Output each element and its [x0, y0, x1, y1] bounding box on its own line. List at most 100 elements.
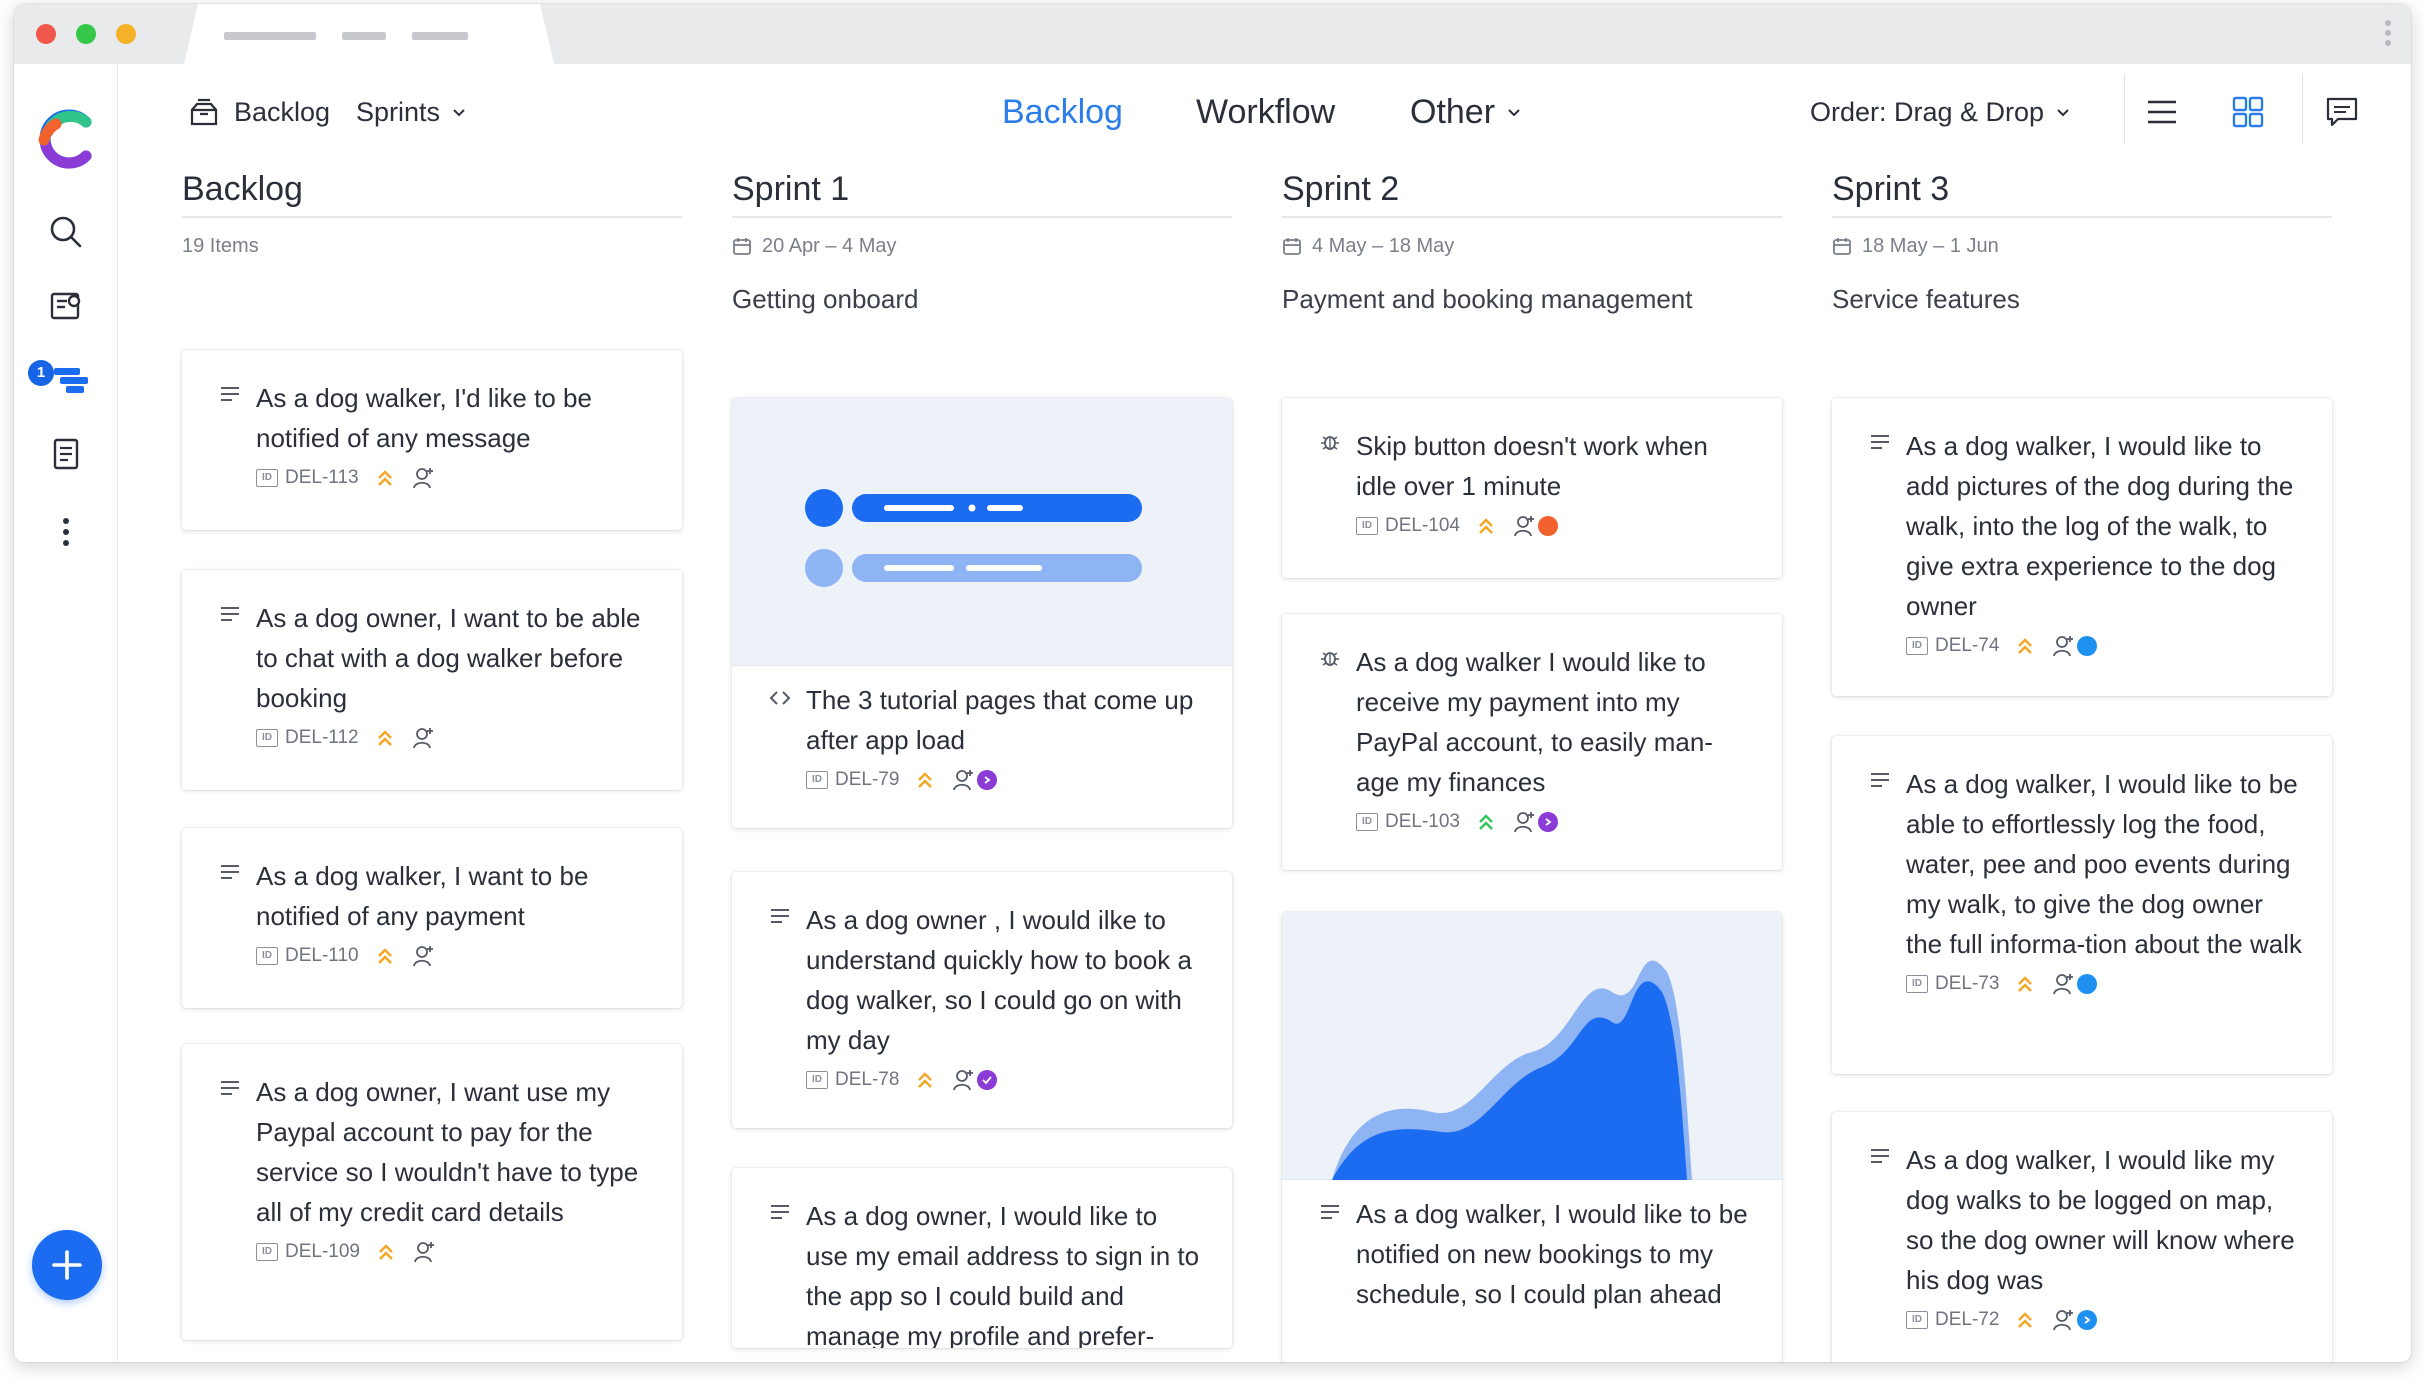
- assignee-icon[interactable]: [2051, 1308, 2075, 1332]
- card-illustration: [1282, 912, 1782, 1180]
- issue-key: DEL-104: [1385, 515, 1460, 536]
- story-card[interactable]: As a dog owner, I want use my Paypal acc…: [182, 1044, 682, 1340]
- calendar-icon: [1283, 238, 1301, 255]
- priority-high-icon: [2018, 976, 2033, 992]
- column-sprint-2: Sprint 2 4 May – 18 May Payment and book…: [1282, 160, 1782, 1362]
- tab-other-label: Other: [1410, 92, 1496, 131]
- assignee-icon[interactable]: [411, 944, 435, 968]
- assignee-icon[interactable]: [411, 726, 435, 750]
- card-title: The 3 tutorial pages that come up after …: [806, 685, 1194, 755]
- column-sprint-1: Sprint 1 20 Apr – 4 May Getting onboard: [732, 160, 1232, 1348]
- sprint-date-range: 4 May – 18 May: [1312, 234, 1455, 257]
- calendar-icon: [1833, 238, 1851, 255]
- id-icon: ID: [1356, 813, 1378, 831]
- story-icon: [1871, 773, 1889, 787]
- issue-key: DEL-113: [285, 467, 359, 488]
- assignee-icon[interactable]: [411, 466, 435, 490]
- plus-icon: [52, 1250, 82, 1280]
- issue-key: DEL-72: [1935, 1309, 2000, 1330]
- priority-high-icon: [2018, 638, 2033, 654]
- status-in-progress-icon: [2077, 1310, 2098, 1330]
- sprint-goal: Service features: [1832, 284, 2020, 314]
- story-card[interactable]: As a dog owner, I would like to use my e…: [732, 1168, 1232, 1348]
- story-icon: [221, 607, 239, 621]
- minimize-window-button[interactable]: [116, 24, 136, 44]
- assignee-icon[interactable]: [951, 1068, 975, 1092]
- id-icon: ID: [1356, 517, 1378, 535]
- status-todo-icon: [1538, 516, 1558, 536]
- add-button[interactable]: [32, 1230, 102, 1300]
- card-title: Skip button doesn't work when idle over …: [1356, 431, 1708, 501]
- story-icon: [1321, 1205, 1339, 1219]
- tab-placeholder-bar: [412, 32, 468, 40]
- assignee-icon[interactable]: [951, 768, 975, 792]
- tab-workflow[interactable]: Workflow: [1196, 64, 1335, 160]
- card-title: As a dog walker, I'd like to be notified…: [256, 383, 592, 453]
- story-card[interactable]: As a dog owner, I want to be able to cha…: [182, 570, 682, 790]
- story-card[interactable]: As a dog walker, I would like to be noti…: [1282, 912, 1782, 1362]
- top-bar: Backlog Sprints Backlog Workflow Other O…: [118, 64, 2411, 160]
- card-meta: ID DEL-72: [1906, 1304, 2302, 1336]
- story-card[interactable]: The 3 tutorial pages that come up after …: [732, 398, 1232, 828]
- card-meta: ID DEL-109: [256, 1236, 652, 1268]
- story-card[interactable]: As a dog walker, I would like to be able…: [1832, 736, 2332, 1074]
- board-view-button[interactable]: [2230, 64, 2266, 160]
- breadcrumb-backlog[interactable]: Backlog: [188, 64, 330, 160]
- card-meta: ID DEL-110: [256, 940, 652, 972]
- assignee-icon[interactable]: [2051, 634, 2075, 658]
- inbox-icon[interactable]: [48, 288, 84, 324]
- tab-placeholder-bar: [342, 32, 386, 40]
- sprints-dropdown[interactable]: Sprints: [356, 64, 468, 160]
- sprint-date-range: 18 May – 1 Jun: [1862, 234, 1999, 257]
- card-title: As a dog owner , I would ilke to underst…: [806, 905, 1192, 1055]
- tab-backlog[interactable]: Backlog: [1002, 64, 1123, 160]
- sprint-goal: Payment and booking management: [1282, 284, 1693, 314]
- more-vertical-icon[interactable]: [48, 514, 84, 550]
- story-card[interactable]: As a dog walker, I'd like to be notified…: [182, 350, 682, 530]
- assignee-icon[interactable]: [412, 1240, 436, 1264]
- tab-other[interactable]: Other: [1410, 64, 1523, 160]
- story-card[interactable]: As a dog walker, I would like to add pic…: [1832, 398, 2332, 696]
- assignee-icon[interactable]: [1512, 514, 1536, 538]
- story-card[interactable]: As a dog walker, I want to be notified o…: [182, 828, 682, 1008]
- list-view-button[interactable]: [2144, 64, 2180, 160]
- sprint-dates: 4 May – 18 May: [1282, 232, 1782, 260]
- search-icon[interactable]: [48, 214, 84, 250]
- column-title: Sprint 3: [1832, 160, 2332, 218]
- story-icon: [1871, 435, 1889, 449]
- app-logo-icon[interactable]: [36, 108, 98, 170]
- document-icon[interactable]: [48, 436, 84, 472]
- close-window-button[interactable]: [36, 24, 56, 44]
- issue-key: DEL-112: [285, 727, 359, 748]
- assignee-icon[interactable]: [1512, 810, 1536, 834]
- assignee-icon[interactable]: [2051, 972, 2075, 996]
- chevron-down-icon: [2057, 109, 2069, 117]
- card-title: As a dog walker I would like to receive …: [1356, 647, 1713, 797]
- comments-button[interactable]: [2324, 64, 2360, 160]
- story-icon: [221, 865, 239, 879]
- window-menu-icon[interactable]: [2385, 20, 2391, 50]
- id-icon: ID: [806, 1071, 828, 1089]
- issue-key: DEL-110: [285, 945, 359, 966]
- bug-card[interactable]: Skip button doesn't work when idle over …: [1282, 398, 1782, 578]
- id-icon: ID: [256, 729, 278, 747]
- onboarding-illustration: [805, 489, 1142, 587]
- order-dropdown[interactable]: Order: Drag & Drop: [1810, 64, 2072, 160]
- bug-card[interactable]: As a dog walker I would like to receive …: [1282, 614, 1782, 870]
- backlog-icon[interactable]: [48, 362, 92, 398]
- card-meta: ID DEL-103: [1356, 806, 1752, 838]
- sprints-label: Sprints: [356, 96, 441, 127]
- status-done-icon: [977, 1070, 998, 1090]
- column-item-count: 19 Items: [182, 234, 259, 257]
- maximize-window-button[interactable]: [76, 24, 96, 44]
- issue-key: DEL-103: [1385, 811, 1460, 832]
- sidebar: 1: [14, 64, 118, 1362]
- issue-key: DEL-74: [1935, 635, 2000, 656]
- id-icon: ID: [1906, 975, 1928, 993]
- browser-tab[interactable]: [184, 4, 554, 64]
- card-meta: ID DEL-112: [256, 722, 652, 754]
- issue-key: DEL-79: [835, 769, 900, 790]
- story-card[interactable]: As a dog owner , I would ilke to underst…: [732, 872, 1232, 1128]
- story-card[interactable]: As a dog walker, I would like my dog wal…: [1832, 1112, 2332, 1362]
- column-sprint-3: Sprint 3 18 May – 1 Jun Service features…: [1832, 160, 2332, 1362]
